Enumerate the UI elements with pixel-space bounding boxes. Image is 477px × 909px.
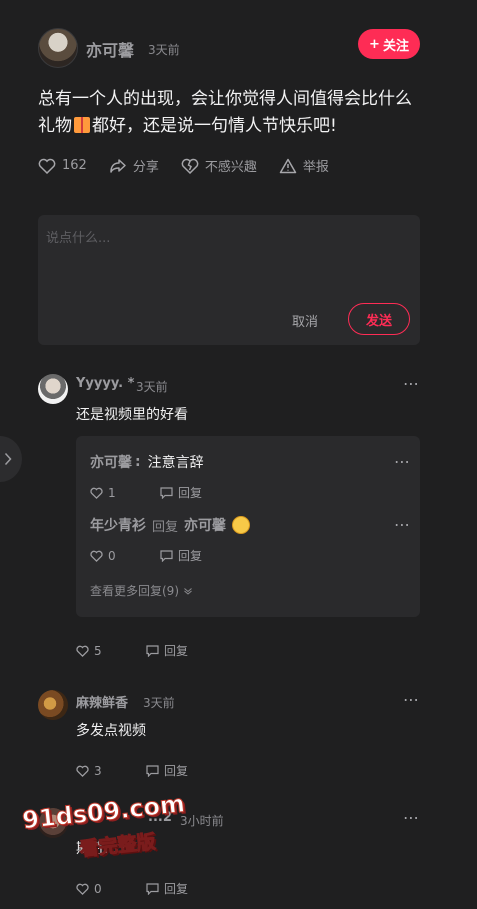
comment-bubble-icon — [146, 882, 159, 895]
share-icon — [110, 158, 126, 173]
reply-target[interactable]: 亦可馨 — [184, 515, 226, 535]
side-expand-tab[interactable] — [0, 436, 22, 482]
report-button[interactable]: 举报 — [279, 156, 329, 175]
reply-actions: 1 回复 — [90, 484, 202, 501]
reply-like-button[interactable]: 0 — [90, 547, 160, 564]
comment-actions: 5 回复 — [76, 642, 188, 659]
comment-item: 麻辣鲜香 3天前 ⋯ 多发点视频 3 回复 — [38, 690, 420, 780]
reply-author[interactable]: 年少青衫 — [90, 515, 146, 535]
reply-actions: 0 回复 — [90, 547, 202, 564]
follow-button[interactable]: + 关注 — [358, 29, 420, 59]
chevron-down-icon — [184, 587, 192, 595]
post-text-part2: 都好，还是说一句情人节快乐吧! — [92, 116, 337, 136]
cancel-button[interactable]: 取消 — [292, 311, 318, 330]
reply-like-count: 0 — [108, 548, 116, 563]
comment-actions: 3 回复 — [76, 762, 188, 779]
author-avatar[interactable] — [38, 28, 78, 68]
reply-like-count: 1 — [108, 485, 116, 500]
comment-bubble-icon — [160, 549, 173, 562]
smirk-emoji-icon — [232, 516, 251, 534]
heart-icon — [76, 883, 89, 895]
comment-bubble-icon — [160, 486, 173, 499]
chevron-right-icon — [4, 452, 12, 466]
reply-button[interactable]: 回复 — [160, 484, 202, 501]
gift-icon — [74, 117, 90, 133]
comment-text: 还是视频里的好看 — [76, 407, 188, 423]
comment-like-button[interactable]: 3 — [76, 764, 146, 778]
send-button[interactable]: 发送 — [348, 303, 410, 335]
heart-icon — [76, 645, 89, 657]
more-options-icon[interactable]: ⋯ — [394, 515, 410, 534]
comment-like-button[interactable]: 5 — [76, 644, 146, 658]
reply-word: 回复 — [152, 519, 179, 535]
reply-author[interactable]: 亦可馨 — [90, 452, 132, 472]
reply-line: 亦可馨 : 注意言辞 — [90, 452, 410, 472]
more-options-icon[interactable]: ⋯ — [403, 690, 420, 709]
comment-bubble-icon — [146, 644, 159, 657]
comment-input[interactable] — [46, 227, 406, 297]
see-more-replies[interactable]: 查看更多回复(9) — [90, 582, 193, 599]
like-count: 162 — [62, 158, 87, 173]
post-text: 总有一个人的出现，会让你觉得人间值得会比什么礼物 都好，还是说一句情人节快乐吧! — [38, 86, 428, 140]
more-options-icon[interactable]: ⋯ — [403, 808, 420, 827]
broken-heart-icon — [181, 158, 199, 174]
reply-item: 年少青衫 回复 亦可馨 ⋯ 0 回复 — [90, 515, 410, 565]
commenter-name[interactable]: Yyyyy. * — [76, 376, 134, 391]
comment-item: Yyyyy. * 3天前 ⋯ 还是视频里的好看 亦可馨 : 注意言辞 ⋯ 1 回… — [38, 374, 420, 659]
heart-icon — [76, 765, 89, 777]
comment-reply-label: 回复 — [164, 764, 189, 778]
more-options-icon[interactable]: ⋯ — [403, 374, 420, 393]
warning-icon — [279, 158, 297, 173]
reply-label: 回复 — [178, 486, 203, 500]
comment-like-button[interactable]: 0 — [76, 882, 146, 896]
comment-actions: 0 回复 — [76, 880, 188, 897]
comment-reply-button[interactable]: 回复 — [146, 642, 188, 659]
like-button[interactable]: 162 — [38, 158, 87, 174]
comment-reply-label: 回复 — [164, 644, 189, 658]
reply-label: 回复 — [178, 549, 203, 563]
replies-panel: 亦可馨 : 注意言辞 ⋯ 1 回复 年少青衫 回复 亦可馨 ⋯ 0 回复 查看更… — [76, 436, 420, 617]
comment-like-count: 5 — [94, 643, 102, 658]
commenter-avatar[interactable] — [38, 690, 68, 720]
reply-like-button[interactable]: 1 — [90, 484, 160, 501]
reply-button[interactable]: 回复 — [160, 547, 202, 564]
post-actions: 162 分享 不感兴趣 举报 — [38, 156, 351, 175]
reply-text: 注意言辞 — [147, 455, 204, 471]
comment-reply-button[interactable]: 回复 — [146, 880, 188, 897]
reply-item: 亦可馨 : 注意言辞 ⋯ 1 回复 — [90, 452, 410, 502]
reply-separator: : — [135, 454, 141, 470]
comment-box: 取消 发送 — [38, 215, 420, 345]
heart-icon — [90, 550, 103, 562]
comment-time: 3天前 — [143, 696, 175, 710]
share-label: 分享 — [132, 160, 159, 175]
comment-like-count: 0 — [94, 881, 102, 896]
comment-like-count: 3 — [94, 763, 102, 778]
not-interested-label: 不感兴趣 — [204, 160, 257, 175]
follow-label: 关注 — [382, 38, 409, 54]
reply-line: 年少青衫 回复 亦可馨 — [90, 515, 410, 535]
post-header: 亦可馨 3天前 + 关注 — [38, 28, 420, 68]
share-button[interactable]: 分享 — [109, 156, 159, 175]
heart-icon — [38, 158, 56, 174]
comment-reply-label: 回复 — [164, 882, 189, 896]
report-label: 举报 — [302, 160, 329, 175]
comment-reply-button[interactable]: 回复 — [146, 762, 188, 779]
plus-icon: + — [369, 36, 380, 52]
commenter-name[interactable]: 麻辣鲜香 — [76, 692, 128, 711]
comment-time: 3小时前 — [180, 814, 224, 828]
see-more-label: 查看更多回复(9) — [90, 584, 179, 598]
author-name[interactable]: 亦可馨 — [86, 37, 134, 61]
post-time: 3天前 — [148, 43, 180, 57]
comment-bubble-icon — [146, 764, 159, 777]
comment-time: 3天前 — [136, 380, 168, 394]
not-interested-button[interactable]: 不感兴趣 — [181, 156, 257, 175]
comment-text: 多发点视频 — [76, 723, 146, 739]
heart-icon — [90, 487, 103, 499]
more-options-icon[interactable]: ⋯ — [394, 452, 410, 471]
commenter-avatar[interactable] — [38, 374, 68, 404]
